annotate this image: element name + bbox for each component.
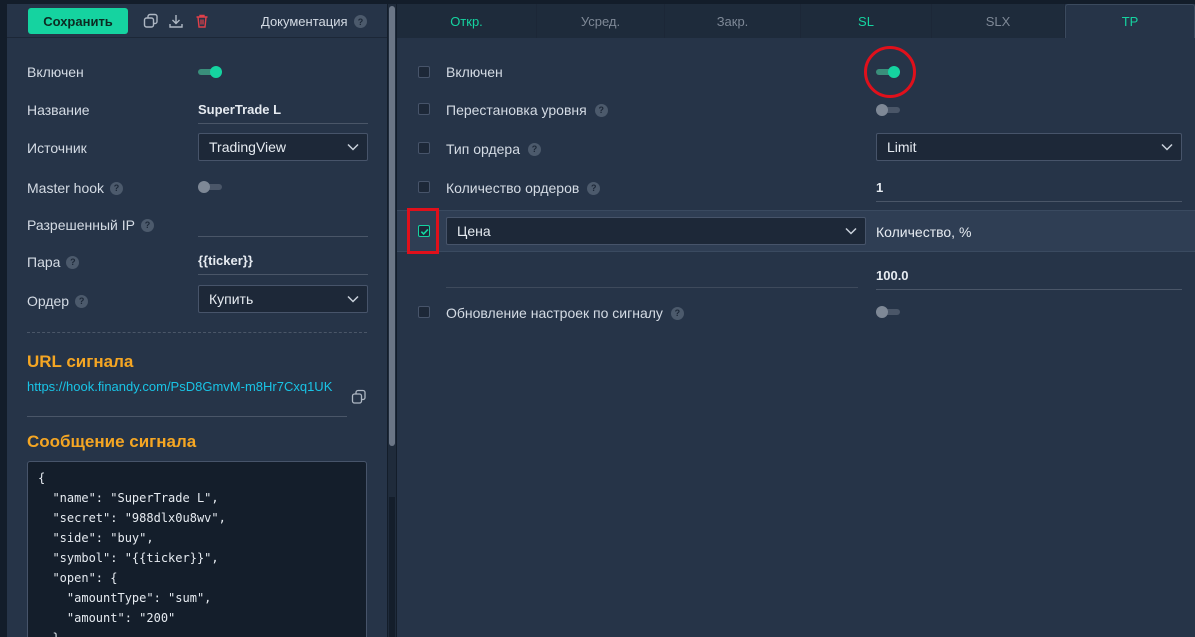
price-select-value: Цена	[457, 223, 491, 239]
order-select[interactable]: Купить	[198, 285, 368, 313]
source-select[interactable]: TradingView	[198, 133, 368, 161]
left-scrollbar[interactable]	[388, 4, 396, 637]
help-icon[interactable]: ?	[66, 255, 80, 269]
signal-update-checkbox[interactable]	[418, 306, 430, 318]
signal-url-link[interactable]: https://hook.finandy.com/PsD8GmvM-m8Hr7C…	[27, 377, 347, 417]
left-toolbar: Сохранить Документация ?	[7, 4, 387, 38]
allowed-ip-label: Разрешенный IP?	[27, 217, 154, 233]
help-icon[interactable]: ?	[670, 306, 684, 320]
tab-sl[interactable]: SL	[801, 4, 932, 38]
pair-label-text: Пара	[27, 254, 61, 270]
enabled-checkbox[interactable]	[418, 66, 430, 78]
price-row: Цена Количество, %	[397, 210, 1195, 252]
name-input[interactable]: SuperTrade L	[198, 96, 368, 124]
chevron-down-icon	[347, 295, 359, 303]
tab-open[interactable]: Откр.	[397, 4, 537, 38]
download-icon[interactable]	[167, 12, 185, 30]
chevron-down-icon	[1161, 143, 1173, 151]
section-divider	[27, 332, 367, 333]
order-type-select-value: Limit	[887, 139, 917, 155]
level-swap-label-text: Перестановка уровня	[446, 102, 587, 118]
order-type-select[interactable]: Limit	[876, 133, 1182, 161]
quantity-input[interactable]: 100.0	[876, 262, 1182, 290]
tab-average[interactable]: Усред.	[537, 4, 665, 38]
enabled-label: Включен	[27, 64, 84, 80]
order-type-checkbox[interactable]	[418, 142, 430, 154]
chevron-down-icon	[347, 143, 359, 151]
pair-input[interactable]: {{ticker}}	[198, 247, 368, 275]
tab-tp[interactable]: TP	[1065, 4, 1195, 38]
price-select[interactable]: Цена	[446, 217, 866, 245]
settings-tabs: Откр. Усред. Закр. SL SLX TP	[397, 4, 1195, 38]
price-value-input[interactable]	[446, 260, 858, 288]
tab-close[interactable]: Закр.	[665, 4, 801, 38]
master-hook-label-text: Master hook	[27, 180, 105, 196]
annotation-circle	[864, 46, 916, 98]
order-count-label-text: Количество ордеров	[446, 180, 580, 196]
master-hook-toggle[interactable]	[198, 181, 222, 193]
help-icon[interactable]: ?	[528, 142, 542, 156]
order-label: Ордер?	[27, 293, 89, 309]
order-select-value: Купить	[209, 291, 254, 307]
tp-enabled-label: Включен	[446, 64, 503, 80]
allowed-ip-input[interactable]	[198, 209, 368, 237]
documentation-link[interactable]: Документация	[261, 14, 348, 29]
signal-message-code[interactable]: { "name": "SuperTrade L", "secret": "988…	[27, 461, 367, 637]
help-icon[interactable]: ?	[75, 294, 89, 308]
trash-icon[interactable]	[193, 12, 211, 30]
master-hook-label: Master hook?	[27, 180, 124, 196]
level-swap-toggle[interactable]	[876, 104, 900, 116]
save-button[interactable]: Сохранить	[28, 8, 128, 34]
signal-update-label: Обновление настроек по сигналу?	[446, 305, 684, 321]
name-label: Название	[27, 102, 90, 118]
level-swap-label: Перестановка уровня?	[446, 102, 608, 118]
signal-update-label-text: Обновление настроек по сигналу	[446, 305, 663, 321]
scrollbar-thumb[interactable]	[389, 6, 395, 446]
order-type-label-text: Тип ордера	[446, 141, 521, 157]
scrollbar-track-end	[389, 497, 395, 637]
order-count-input[interactable]: 1	[876, 174, 1182, 202]
signal-update-toggle[interactable]	[876, 306, 900, 318]
source-select-value: TradingView	[209, 139, 287, 155]
help-icon[interactable]: ?	[587, 181, 601, 195]
webhook-settings-panel: Сохранить Документация ? Включен Названи…	[7, 4, 387, 637]
signal-url-title: URL сигнала	[27, 352, 134, 371]
help-icon[interactable]: ?	[594, 103, 608, 117]
enabled-toggle[interactable]	[198, 66, 222, 78]
source-label: Источник	[27, 140, 87, 156]
annotation-rectangle	[407, 208, 439, 254]
level-swap-checkbox[interactable]	[418, 103, 430, 115]
signal-message-title: Сообщение сигнала	[27, 432, 197, 451]
tp-settings-panel: Откр. Усред. Закр. SL SLX TP Включен Пер…	[397, 4, 1195, 637]
allowed-ip-label-text: Разрешенный IP	[27, 217, 135, 233]
order-count-checkbox[interactable]	[418, 181, 430, 193]
tab-slx[interactable]: SLX	[932, 4, 1065, 38]
order-label-text: Ордер	[27, 293, 70, 309]
quantity-label: Количество, %	[876, 224, 972, 240]
order-type-label: Тип ордера?	[446, 141, 542, 157]
order-count-label: Количество ордеров?	[446, 180, 601, 196]
help-icon[interactable]: ?	[110, 181, 124, 195]
help-icon[interactable]: ?	[354, 15, 367, 28]
pair-label: Пара?	[27, 254, 80, 270]
copy-icon[interactable]	[142, 12, 160, 30]
chevron-down-icon	[845, 227, 857, 235]
help-icon[interactable]: ?	[140, 218, 154, 232]
copy-url-icon[interactable]	[351, 389, 369, 407]
